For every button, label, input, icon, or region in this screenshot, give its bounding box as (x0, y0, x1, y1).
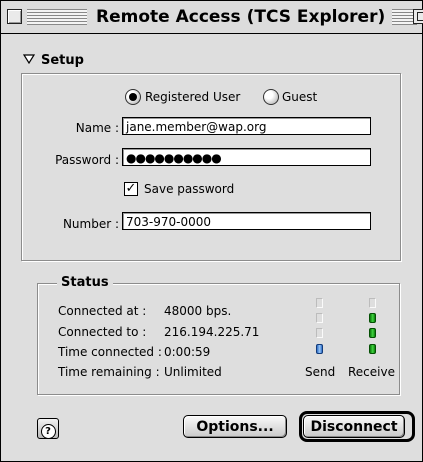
receive-meter-segment-4 (369, 298, 376, 308)
zoom-box-icon[interactable] (413, 9, 423, 24)
receive-label: Receive (348, 365, 395, 379)
receive-meter-segment-1 (369, 344, 376, 354)
title-bar[interactable]: Remote Access (TCS Explorer) (1, 1, 423, 34)
number-label: Number : (62, 217, 119, 231)
connected-to-label: Connected to : (58, 325, 147, 339)
save-password-label[interactable]: Save password (144, 182, 234, 196)
send-meter-segment-4 (316, 298, 323, 308)
name-field[interactable]: jane.member@wap.org (122, 117, 371, 135)
connected-to-value: 216.194.225.71 (164, 325, 260, 339)
time-connected-value: 0:00:59 (164, 345, 211, 359)
time-remaining-value: Unlimited (164, 365, 222, 379)
setup-heading: Setup (41, 53, 84, 68)
guest-label[interactable]: Guest (282, 89, 317, 105)
registered-user-label[interactable]: Registered User (145, 89, 240, 105)
status-heading: Status (57, 275, 113, 291)
options-button[interactable]: Options... (183, 415, 287, 438)
help-icon: ? (40, 424, 56, 439)
send-meter-segment-3 (316, 313, 323, 323)
password-label: Password : (55, 153, 119, 167)
window-title: Remote Access (TCS Explorer) (89, 5, 393, 29)
connected-at-value: 48000 bps. (164, 304, 232, 318)
disclosure-triangle-icon[interactable] (22, 53, 36, 67)
password-field[interactable]: ●●●●●●●●●● (122, 148, 371, 166)
name-label: Name : (75, 121, 119, 135)
remote-access-window: Remote Access (TCS Explorer) Setup Regis… (0, 0, 423, 462)
send-meter-segment-2 (316, 328, 323, 338)
send-label: Send (305, 365, 336, 379)
time-remaining-label: Time remaining : (58, 365, 160, 379)
connected-at-label: Connected at : (58, 304, 147, 318)
registered-user-radio[interactable] (125, 89, 141, 105)
number-field[interactable]: 703-970-0000 (122, 212, 371, 230)
receive-meter-segment-3 (369, 313, 376, 323)
send-meter-segment-1 (316, 344, 323, 354)
save-password-checkbox[interactable]: ✓ (124, 182, 138, 196)
disconnect-button[interactable]: Disconnect (303, 415, 405, 438)
close-box-icon[interactable] (7, 9, 22, 24)
receive-meter-segment-2 (369, 328, 376, 338)
help-button[interactable]: ? (37, 418, 59, 439)
time-connected-label: Time connected : (58, 345, 162, 359)
title-bar-stripes-left (27, 9, 87, 25)
guest-radio[interactable] (263, 89, 279, 105)
